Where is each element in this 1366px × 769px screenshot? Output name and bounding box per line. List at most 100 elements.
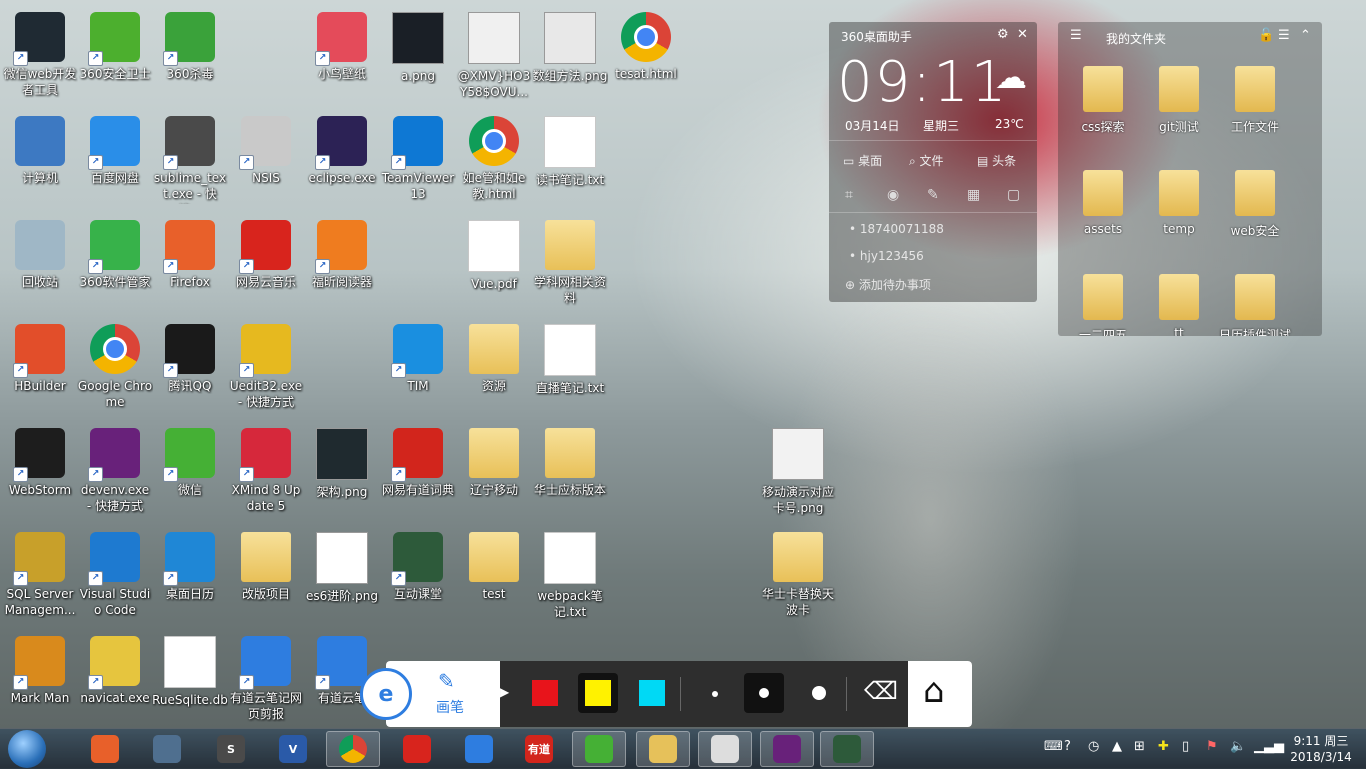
taskbar-app-youdao-note[interactable]: [452, 731, 506, 767]
desktop-icon[interactable]: ↗ 360软件管家: [77, 214, 153, 314]
folder-item[interactable]: git测试: [1144, 66, 1214, 135]
desktop-icon[interactable]: ↗ Uedit32.exe - 快捷方式: [228, 318, 304, 418]
desktop-icon[interactable]: ↗ 网易云音乐: [228, 214, 304, 314]
desktop-icon[interactable]: ↗ TeamViewer 13: [380, 110, 456, 210]
close-icon[interactable]: ✕: [1017, 27, 1028, 42]
desktop-icon[interactable]: ↗ XMind 8 Update 5: [228, 422, 304, 522]
desktop-icon[interactable]: ↗ Mark Man: [2, 630, 78, 730]
desktop-icon[interactable]: test: [456, 526, 532, 626]
lock-icon[interactable]: 🔓: [1258, 28, 1274, 43]
flag-icon[interactable]: ⚑: [1206, 739, 1218, 754]
desktop-icon[interactable]: 计算机: [2, 110, 78, 210]
desktop-icon[interactable]: ↗ TIM: [380, 318, 456, 418]
desktop-icon[interactable]: 直播笔记.txt: [532, 318, 608, 418]
todo-item[interactable]: • 18740071188: [849, 222, 944, 236]
desktop-icon[interactable]: ↗ WebStorm: [2, 422, 78, 522]
keyboard-icon[interactable]: ⌨: [1044, 739, 1063, 754]
taskbar-app-explorer[interactable]: [636, 731, 690, 767]
taskbar-clock[interactable]: 9:11 周三 2018/3/14: [1283, 733, 1359, 765]
desktop-icon[interactable]: 如e管和如e教.html: [456, 110, 532, 210]
folder-item[interactable]: 工作文件: [1220, 66, 1290, 135]
desktop-icon[interactable]: Vue.pdf: [456, 214, 532, 314]
desktop-icon[interactable]: 数组方法.png: [532, 6, 608, 106]
size-small-dot[interactable]: [712, 691, 718, 697]
collapse-icon[interactable]: ⌃: [1300, 28, 1311, 43]
desktop-icon[interactable]: 辽宁移动: [456, 422, 532, 522]
desktop-icon[interactable]: ↗ 微信: [152, 422, 228, 522]
tab-files[interactable]: ⌕ 文件: [909, 152, 944, 169]
signal-icon[interactable]: ▁▃▅: [1254, 739, 1284, 754]
taskbar-app-wechat[interactable]: [572, 731, 626, 767]
size-medium-dot[interactable]: [759, 688, 769, 698]
network-tray-icon[interactable]: ⊞: [1134, 739, 1145, 754]
taskbar-app-avatar[interactable]: [698, 731, 752, 767]
tab-desktop[interactable]: ▭ 桌面: [843, 152, 882, 169]
show-hidden-icon[interactable]: ▲: [1112, 739, 1122, 754]
menu-icon[interactable]: ☰: [1070, 28, 1082, 43]
tab-news[interactable]: ▤ 头条: [977, 152, 1016, 169]
taskbar-app-sublime[interactable]: S: [204, 731, 258, 767]
folder-item[interactable]: 一二四五: [1068, 274, 1138, 336]
taskbar-app-visual-studio[interactable]: [760, 731, 814, 767]
taskbar-app-netease[interactable]: [390, 731, 444, 767]
desktop-icon[interactable]: 改版项目: [228, 526, 304, 626]
clock-tray-icon[interactable]: ◷: [1088, 739, 1099, 754]
desktop-icon[interactable]: @XMV}HO3Y58$OVU...: [456, 6, 532, 106]
add-todo-button[interactable]: ⊕ 添加待办事项: [845, 276, 931, 293]
folder-item[interactable]: temp: [1144, 170, 1214, 236]
desktop-icon[interactable]: ↗ 桌面日历: [152, 526, 228, 626]
desktop-icon[interactable]: ↗ HBuilder: [2, 318, 78, 418]
edge-logo-icon[interactable]: e: [360, 668, 412, 720]
calculator-icon[interactable]: ▦: [967, 187, 980, 203]
desktop-icon[interactable]: ↗ navicat.exe: [77, 630, 153, 730]
volume-icon[interactable]: 🔈: [1230, 739, 1246, 754]
desktop-icon[interactable]: tesat.html: [608, 6, 684, 106]
desktop-icon[interactable]: 架构.png: [304, 422, 380, 522]
desktop-icon[interactable]: ↗ NSIS: [228, 110, 304, 210]
list-icon[interactable]: ☰: [1278, 28, 1290, 43]
desktop-icon[interactable]: 移动演示对应卡号.png: [760, 422, 836, 522]
desktop-icon[interactable]: ↗ 互动课堂: [380, 526, 456, 626]
desktop-icon[interactable]: ↗ 福昕阅读器: [304, 214, 380, 314]
desktop-icon[interactable]: 资源: [456, 318, 532, 418]
desktop-icon[interactable]: ↗sublime_text.exe - 快捷...: [152, 110, 228, 210]
desktop-icon[interactable]: a.png: [380, 6, 456, 106]
desktop-icon[interactable]: ↗ 腾讯QQ: [152, 318, 228, 418]
taskbar-app-visio[interactable]: V: [266, 731, 320, 767]
desktop-icon[interactable]: ↗ SQL Server Managem...: [2, 526, 78, 626]
color-red-swatch[interactable]: [532, 680, 558, 706]
settings-icon[interactable]: ⚙: [997, 27, 1009, 42]
folder-item[interactable]: css探索: [1068, 66, 1138, 135]
desktop-icon[interactable]: 学科网相关资料: [532, 214, 608, 314]
device-icon[interactable]: ▯: [1182, 739, 1189, 754]
desktop-icon[interactable]: 回收站: [2, 214, 78, 314]
taskbar-app-classroom[interactable]: [820, 731, 874, 767]
desktop-icon[interactable]: ↗ 有道云笔记网页剪报: [228, 630, 304, 730]
360-tray-icon[interactable]: ✚: [1158, 739, 1169, 754]
folder-item[interactable]: web安全: [1220, 170, 1290, 239]
color-yellow-swatch[interactable]: [585, 680, 611, 706]
eye-icon[interactable]: ◉: [887, 187, 899, 203]
desktop-icon[interactable]: es6进阶.png: [304, 526, 380, 626]
desktop-icon[interactable]: 华士卡替换天波卡: [760, 526, 836, 626]
crop-icon[interactable]: ⌗: [845, 187, 853, 203]
desktop-icon[interactable]: webpack笔记.txt: [532, 526, 608, 626]
desktop-icon[interactable]: ↗ 微信web开发者工具: [2, 6, 78, 106]
desktop-icon[interactable]: ↗ 360安全卫士: [77, 6, 153, 106]
desktop-icon[interactable]: ↗ eclipse.exe: [304, 110, 380, 210]
size-large-dot[interactable]: [812, 686, 826, 700]
taskbar-app-chrome[interactable]: [326, 731, 380, 767]
help-icon[interactable]: ?: [1064, 739, 1071, 754]
desktop-icon[interactable]: ↗ 百度网盘: [77, 110, 153, 210]
desktop-icon[interactable]: ↗ 360杀毒: [152, 6, 228, 106]
desktop-icon[interactable]: 华士应标版本: [532, 422, 608, 522]
home-button[interactable]: ⌂: [908, 661, 972, 727]
desktop-icon[interactable]: ↗ 小鸟壁纸: [304, 6, 380, 106]
folder-item[interactable]: assets: [1068, 170, 1138, 236]
window-icon[interactable]: ▢: [1007, 187, 1020, 203]
desktop-icon[interactable]: RueSqlite.db: [152, 630, 228, 730]
desktop-icon[interactable]: ↗ 网易有道词典: [380, 422, 456, 522]
taskbar-app-youdao-dict[interactable]: 有道: [512, 731, 566, 767]
folder-item[interactable]: tt: [1144, 274, 1214, 336]
desktop-icon[interactable]: ↗ Visual Studio Code: [77, 526, 153, 626]
